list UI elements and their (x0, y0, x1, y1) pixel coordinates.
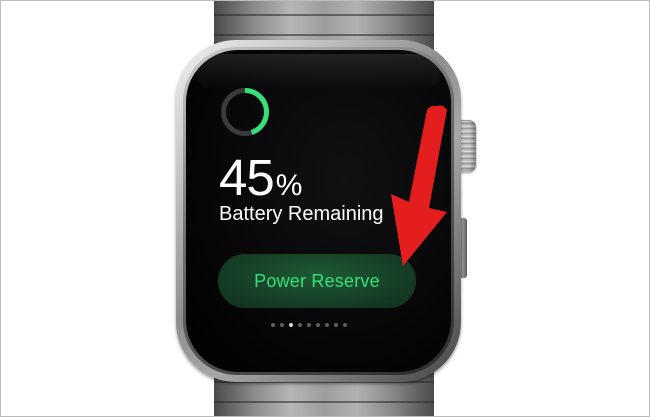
image-border (0, 0, 650, 417)
